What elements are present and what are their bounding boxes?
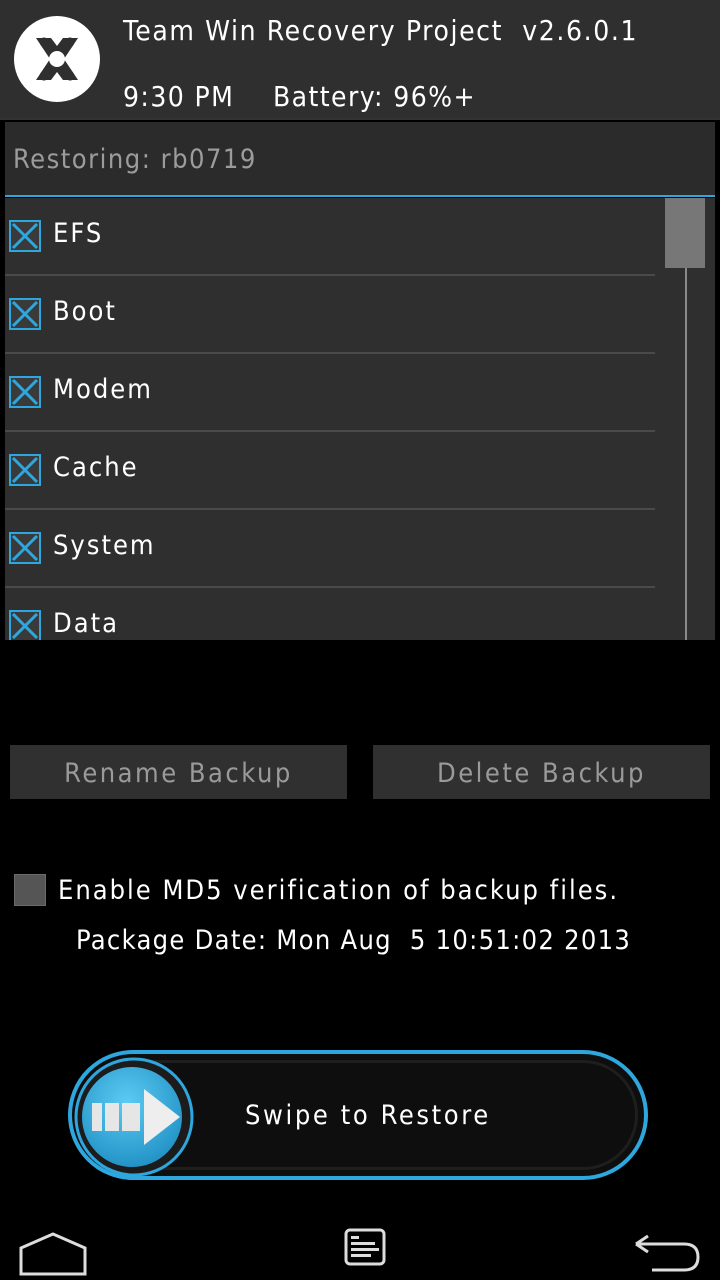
partition-label: Boot — [53, 296, 117, 327]
partition-row-boot[interactable]: Boot — [5, 276, 655, 354]
restoring-header: Restoring: rb0719 — [5, 122, 715, 197]
partition-row-efs[interactable]: EFS — [5, 198, 655, 276]
checkbox-checked-icon[interactable] — [9, 454, 41, 486]
partition-label: EFS — [53, 218, 104, 249]
package-date: Package Date: Mon Aug 5 10:51:02 2013 — [76, 925, 632, 956]
partition-row-data[interactable]: Data — [5, 588, 655, 640]
md5-label[interactable]: Enable MD5 verification of backup files. — [58, 875, 619, 906]
delete-backup-button[interactable]: Delete Backup — [373, 745, 710, 799]
checkbox-checked-icon[interactable] — [9, 298, 41, 330]
clock: 9:30 PM — [123, 80, 235, 113]
checkbox-checked-icon[interactable] — [9, 220, 41, 252]
checkbox-checked-icon[interactable] — [9, 610, 41, 640]
partition-list[interactable]: EFS Boot Modem Cache System Data — [5, 198, 715, 640]
header: Team Win Recovery Project v2.6.0.1 9:30 … — [0, 0, 720, 120]
rename-backup-button[interactable]: Rename Backup — [10, 745, 347, 799]
app-title: Team Win Recovery Project v2.6.0.1 — [123, 14, 639, 47]
checkbox-checked-icon[interactable] — [9, 376, 41, 408]
checkbox-checked-icon[interactable] — [9, 532, 41, 564]
twrp-logo-icon — [14, 16, 100, 102]
md5-checkbox[interactable] — [14, 874, 46, 906]
console-icon[interactable] — [344, 1228, 386, 1266]
partition-label: Data — [53, 608, 119, 639]
restoring-label: Restoring: rb0719 — [13, 144, 257, 175]
partition-label: System — [53, 530, 156, 561]
swipe-arrow-icon[interactable] — [72, 1055, 196, 1179]
battery-status: Battery: 96%+ — [273, 80, 476, 113]
home-icon[interactable] — [18, 1230, 88, 1276]
scrollbar-thumb[interactable] — [665, 198, 705, 268]
swipe-label: Swipe to Restore — [245, 1100, 491, 1131]
partition-label: Cache — [53, 452, 139, 483]
partition-row-system[interactable]: System — [5, 510, 655, 588]
partition-row-cache[interactable]: Cache — [5, 432, 655, 510]
partition-row-modem[interactable]: Modem — [5, 354, 655, 432]
partition-label: Modem — [53, 374, 153, 405]
back-icon[interactable] — [632, 1232, 702, 1274]
